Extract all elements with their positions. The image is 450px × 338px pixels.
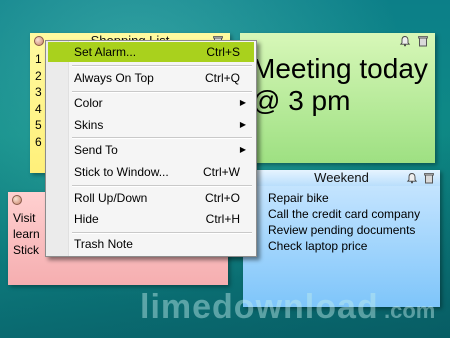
menu-item-hide[interactable]: Hide Ctrl+H: [48, 209, 254, 229]
watermark-brand-text: limedownload: [140, 288, 379, 326]
bell-icon[interactable]: [399, 35, 411, 47]
submenu-arrow-icon: ▶: [239, 145, 246, 154]
menu-item-label: Skins: [74, 118, 104, 132]
watermark-domain-text: .com: [384, 298, 435, 323]
menu-item-label: Color: [74, 96, 103, 110]
submenu-arrow-icon: ▶: [239, 120, 246, 129]
menu-item-label: Set Alarm...: [74, 45, 137, 59]
watermark-logo: limedownload .com: [140, 288, 435, 326]
menu-separator: [72, 185, 252, 187]
menu-item-send-to[interactable]: Send To ▶: [48, 140, 254, 160]
menu-item-label: Roll Up/Down: [74, 191, 148, 205]
menu-item-label: Stick to Window...: [74, 165, 169, 179]
submenu-arrow-icon: ▶: [239, 98, 246, 107]
note-title: Weekend: [314, 170, 369, 185]
trash-icon[interactable]: [423, 172, 435, 184]
menu-item-shortcut: Ctrl+S: [206, 45, 240, 59]
menu-separator: [72, 137, 252, 139]
menu-item-label: Hide: [74, 212, 99, 226]
meeting-note[interactable]: Meeting today @ 3 pm: [240, 33, 435, 163]
menu-item-label: Send To: [74, 143, 118, 157]
bell-icon[interactable]: [406, 172, 418, 184]
menu-item-shortcut: Ctrl+H: [205, 212, 240, 226]
note-context-menu: Set Alarm... Ctrl+S Always On Top Ctrl+Q…: [45, 40, 257, 257]
weekend-note[interactable]: Weekend Repair bike Call the credit card…: [243, 170, 440, 307]
menu-separator: [72, 65, 252, 67]
note-dot-icon[interactable]: [34, 36, 44, 46]
menu-item-label: Always On Top: [74, 71, 154, 85]
note-line: Repair bike: [268, 191, 329, 205]
menu-item-skins[interactable]: Skins ▶: [48, 115, 254, 135]
menu-item-trash-note[interactable]: Trash Note: [48, 234, 254, 254]
menu-item-always-on-top[interactable]: Always On Top Ctrl+Q: [48, 68, 254, 88]
meeting-note-text: Meeting today @ 3 pm: [252, 53, 431, 117]
note-title-bar[interactable]: [240, 33, 435, 49]
menu-item-shortcut: Ctrl+O: [204, 191, 240, 205]
weekend-note-text: Repair bike Call the credit card company…: [268, 190, 436, 254]
note-line: Check laptop price: [268, 239, 368, 253]
menu-item-roll-up-down[interactable]: Roll Up/Down Ctrl+O: [48, 188, 254, 208]
menu-item-stick-to-window[interactable]: Stick to Window... Ctrl+W: [48, 162, 254, 182]
note-title-bar[interactable]: Weekend: [243, 170, 440, 186]
menu-item-label: Trash Note: [74, 237, 133, 251]
menu-item-shortcut: Ctrl+Q: [204, 71, 240, 85]
trash-icon[interactable]: [417, 35, 429, 47]
note-line: Review pending documents: [268, 223, 416, 237]
note-dot-icon[interactable]: [12, 195, 22, 205]
menu-item-color[interactable]: Color ▶: [48, 93, 254, 113]
menu-item-shortcut: Ctrl+W: [203, 165, 240, 179]
note-line: Meeting today: [252, 53, 428, 84]
note-line: Call the credit card company: [268, 207, 421, 221]
note-line: @ 3 pm: [252, 85, 351, 116]
menu-item-set-alarm[interactable]: Set Alarm... Ctrl+S: [48, 42, 254, 62]
